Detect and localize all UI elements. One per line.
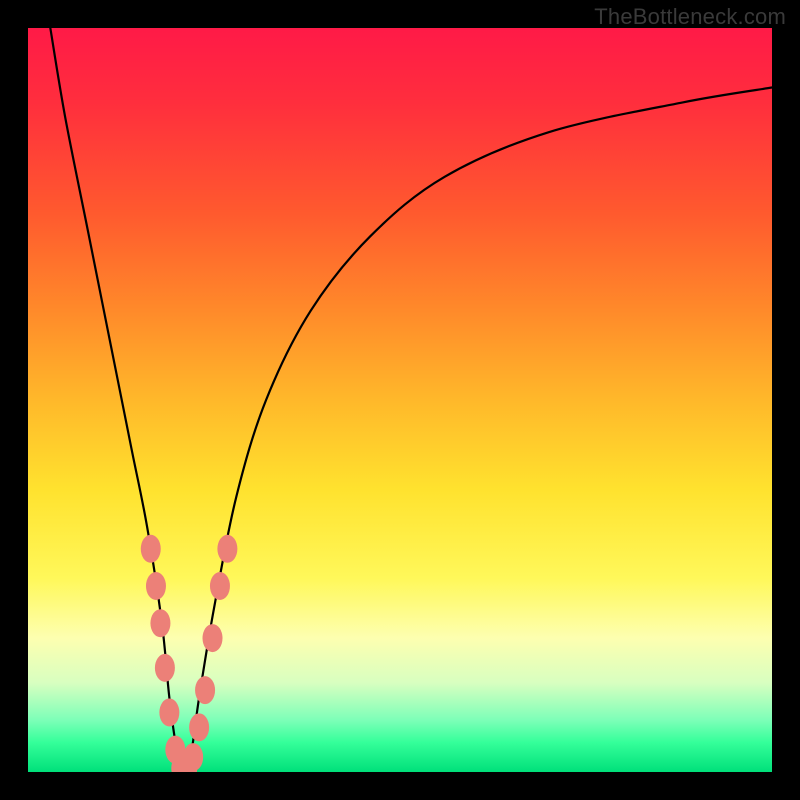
marker-point (210, 572, 230, 600)
marker-point (141, 535, 161, 563)
marker-point (155, 654, 175, 682)
chart-svg (28, 28, 772, 772)
plot-area (28, 28, 772, 772)
marker-point (195, 676, 215, 704)
marker-point (203, 624, 223, 652)
marker-point (189, 713, 209, 741)
marker-point (150, 609, 170, 637)
marker-point (146, 572, 166, 600)
marker-point (159, 698, 179, 726)
watermark-text: TheBottleneck.com (594, 4, 786, 30)
marker-point (217, 535, 237, 563)
chart-frame: TheBottleneck.com (0, 0, 800, 800)
marker-point (183, 743, 203, 771)
